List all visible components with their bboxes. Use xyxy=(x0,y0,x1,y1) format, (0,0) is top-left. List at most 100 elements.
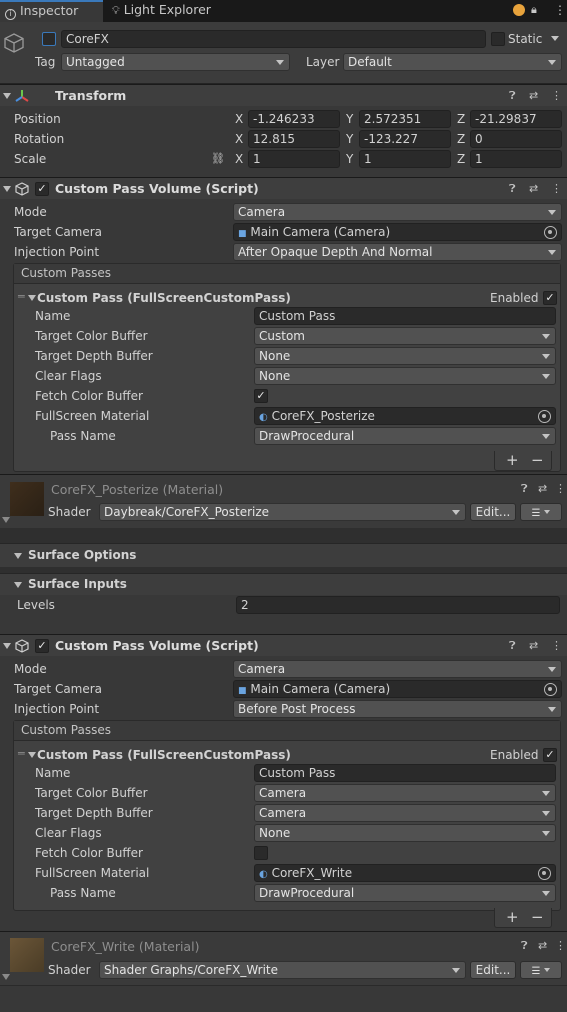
tab-inspector[interactable]: i Inspector xyxy=(0,0,103,22)
preset-icon[interactable]: ⇄ xyxy=(529,183,538,195)
help-icon[interactable]: ❓︎ xyxy=(509,90,516,102)
fullscreen-material-value: CoreFX_Write xyxy=(271,866,353,880)
pass-enabled-toggle[interactable]: ✓ xyxy=(543,748,557,762)
target-color-buffer-dropdown[interactable]: Custom xyxy=(254,327,556,345)
surface-options-foldout[interactable]: Surface Options xyxy=(0,543,567,567)
more-icon[interactable]: ⋮ xyxy=(555,940,566,952)
clear-flags-dropdown[interactable]: None xyxy=(254,367,556,385)
target-depth-buffer-dropdown[interactable]: None xyxy=(254,347,556,365)
active-toggle[interactable] xyxy=(42,32,56,46)
position-z-field[interactable]: -21.29837 xyxy=(470,110,562,128)
foldout-arrow-icon[interactable] xyxy=(14,553,22,559)
fullscreen-material-field[interactable]: ◐ CoreFX_Posterize xyxy=(254,407,556,425)
foldout-arrow-icon[interactable] xyxy=(3,643,11,649)
material-header[interactable]: CoreFX_Posterize (Material) ❓︎ ⇄ ⋮ Shade… xyxy=(0,474,567,528)
custom-pass-volume-header[interactable]: ✓ Custom Pass Volume (Script) ❓︎ ⇄ ⋮ xyxy=(0,634,567,656)
foldout-arrow-icon[interactable] xyxy=(2,974,10,980)
list-icon: ☰ xyxy=(531,508,541,519)
remove-pass-button[interactable]: − xyxy=(531,451,544,469)
rotation-y-field[interactable]: -123.227 xyxy=(359,130,451,148)
link-scale-icon[interactable]: ⛓︎ xyxy=(211,153,225,165)
shader-dropdown[interactable]: Shader Graphs/CoreFX_Write xyxy=(99,961,466,979)
foldout-arrow-icon[interactable] xyxy=(3,186,11,192)
target-camera-field[interactable]: ■ Main Camera (Camera) xyxy=(233,223,562,241)
levels-field[interactable]: 2 xyxy=(236,596,560,614)
help-icon[interactable]: ❓︎ xyxy=(509,640,516,652)
tab-light-explorer[interactable]: 💡︎ Light Explorer xyxy=(112,0,242,22)
mode-dropdown[interactable]: Camera xyxy=(233,660,562,678)
target-camera-field[interactable]: ■ Main Camera (Camera) xyxy=(233,680,562,698)
preset-icon[interactable]: ⇄ xyxy=(538,940,547,952)
fetch-color-buffer-toggle[interactable] xyxy=(254,846,268,860)
scale-z-field[interactable]: 1 xyxy=(470,150,562,168)
fetch-color-buffer-label: Fetch Color Buffer xyxy=(35,389,143,403)
pass-name-field[interactable]: Custom Pass xyxy=(254,764,556,782)
transform-header[interactable]: Transform ❓︎ ⇄ ⋮ xyxy=(0,84,567,106)
static-dropdown[interactable] xyxy=(546,30,564,48)
static-toggle[interactable] xyxy=(491,32,505,46)
scale-x-field[interactable]: 1 xyxy=(248,150,340,168)
fetch-color-buffer-toggle[interactable]: ✓ xyxy=(254,389,268,403)
target-color-buffer-dropdown[interactable]: Camera xyxy=(254,784,556,802)
layer-dropdown[interactable]: Default xyxy=(343,53,562,71)
preset-icon[interactable]: ⇄ xyxy=(529,640,538,652)
drag-handle-icon[interactable]: ═ xyxy=(18,291,25,303)
rotation-x-field[interactable]: 12.815 xyxy=(248,130,340,148)
custom-pass-volume-header[interactable]: ✓ Custom Pass Volume (Script) ❓︎ ⇄ ⋮ xyxy=(0,177,567,199)
mode-label: Mode xyxy=(14,662,47,676)
foldout-arrow-icon[interactable] xyxy=(2,517,10,523)
object-picker-icon[interactable] xyxy=(544,683,557,696)
injection-point-dropdown[interactable]: After Opaque Depth And Normal xyxy=(233,243,562,261)
pass-name-dropdown[interactable]: DrawProcedural xyxy=(254,427,556,445)
remove-pass-button[interactable]: − xyxy=(531,908,544,926)
more-icon[interactable]: ⋮ xyxy=(551,640,562,652)
pass-name-field[interactable]: Custom Pass xyxy=(254,307,556,325)
notification-dot[interactable] xyxy=(513,4,525,16)
help-icon[interactable]: ❓︎ xyxy=(521,483,528,495)
foldout-arrow-icon[interactable] xyxy=(3,93,11,99)
foldout-arrow-icon[interactable] xyxy=(28,752,36,758)
shader-options-button[interactable]: ☰ xyxy=(520,961,562,979)
more-icon[interactable]: ⋮ xyxy=(555,483,566,495)
pass-enabled-toggle[interactable]: ✓ xyxy=(543,291,557,305)
preset-icon[interactable]: ⇄ xyxy=(529,90,538,102)
shader-dropdown[interactable]: Daybreak/CoreFX_Posterize xyxy=(99,503,466,521)
add-pass-button[interactable]: + xyxy=(506,908,519,926)
fullscreen-material-field[interactable]: ◐ CoreFX_Write xyxy=(254,864,556,882)
rotation-z-field[interactable]: 0 xyxy=(470,130,562,148)
object-picker-icon[interactable] xyxy=(538,410,551,423)
target-depth-buffer-dropdown[interactable]: Camera xyxy=(254,804,556,822)
object-name-field[interactable]: CoreFX xyxy=(61,30,486,48)
more-icon[interactable]: ⋮ xyxy=(551,183,562,195)
drag-handle-icon[interactable]: ═ xyxy=(18,748,25,760)
object-picker-icon[interactable] xyxy=(544,226,557,239)
layer-value: Default xyxy=(348,55,392,69)
scale-y-field[interactable]: 1 xyxy=(359,150,451,168)
more-icon[interactable]: ⋮ xyxy=(551,90,562,102)
clear-flags-dropdown[interactable]: None xyxy=(254,824,556,842)
edit-shader-button[interactable]: Edit... xyxy=(470,503,516,521)
more-menu-icon[interactable]: ⋮ xyxy=(554,3,566,17)
tag-dropdown[interactable]: Untagged xyxy=(61,53,290,71)
component-enabled-toggle[interactable]: ✓ xyxy=(35,182,49,196)
preset-icon[interactable]: ⇄ xyxy=(538,483,547,495)
shader-options-button[interactable]: ☰ xyxy=(520,503,562,521)
help-icon[interactable]: ❓︎ xyxy=(521,940,528,952)
foldout-arrow-icon[interactable] xyxy=(28,295,36,301)
position-x-field[interactable]: -1.246233 xyxy=(248,110,340,128)
foldout-arrow-icon[interactable] xyxy=(14,582,22,588)
add-pass-button[interactable]: + xyxy=(506,451,519,469)
help-icon[interactable]: ❓︎ xyxy=(509,183,516,195)
component-enabled-toggle[interactable]: ✓ xyxy=(35,639,49,653)
pass-name-dropdown[interactable]: DrawProcedural xyxy=(254,884,556,902)
object-picker-icon[interactable] xyxy=(538,867,551,880)
edit-shader-button[interactable]: Edit... xyxy=(470,961,516,979)
material-header[interactable]: CoreFX_Write (Material) ❓︎ ⇄ ⋮ Shader Sh… xyxy=(0,931,567,985)
z-label: Z xyxy=(457,152,466,166)
position-y-field[interactable]: 2.572351 xyxy=(359,110,451,128)
injection-point-dropdown[interactable]: Before Post Process xyxy=(233,700,562,718)
surface-inputs-foldout[interactable]: Surface Inputs xyxy=(0,573,567,595)
lock-icon[interactable]: 🔒︎ xyxy=(531,3,537,17)
x-label: X xyxy=(235,152,244,166)
mode-dropdown[interactable]: Camera xyxy=(233,203,562,221)
